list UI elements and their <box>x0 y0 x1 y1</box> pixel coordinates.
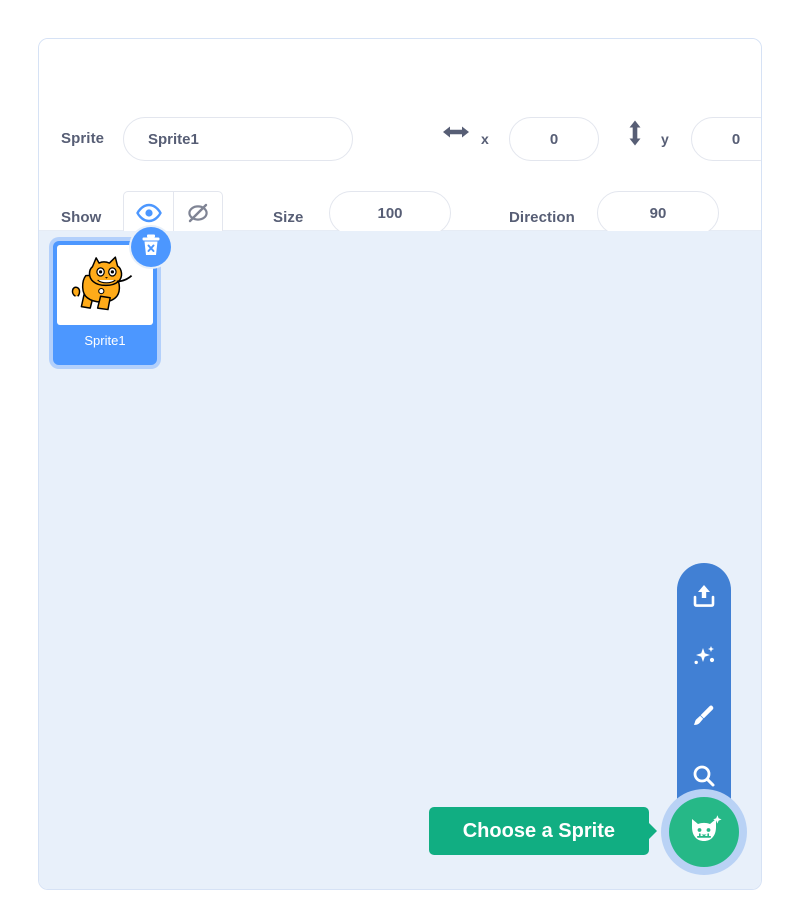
search-icon <box>691 763 717 794</box>
delete-sprite-button[interactable] <box>131 227 171 267</box>
direction-input[interactable]: 90 <box>597 191 719 235</box>
x-value: 0 <box>549 130 559 148</box>
size-value: 100 <box>377 204 403 222</box>
sprite-info-panel: Sprite Sprite1 x 0 y 0 Show Size 100 Dir… <box>39 39 761 240</box>
paintbrush-icon <box>691 703 717 734</box>
sprite-name-input[interactable]: Sprite1 <box>123 117 353 161</box>
choose-a-sprite-tooltip: Choose a Sprite <box>428 807 649 855</box>
x-label: x <box>481 131 489 147</box>
show-label: Show <box>61 209 102 226</box>
cat-add-icon <box>684 812 724 853</box>
upload-sprite-button[interactable] <box>687 581 721 615</box>
direction-value: 90 <box>649 204 667 222</box>
y-input[interactable]: 0 <box>691 117 761 161</box>
y-label: y <box>661 131 669 147</box>
sprite-name-value: Sprite1 <box>148 130 199 148</box>
sprite-list-item-label: Sprite1 <box>84 333 126 348</box>
search-sprite-button[interactable] <box>687 761 721 795</box>
size-input[interactable]: 100 <box>329 191 451 235</box>
sprite-panel: Sprite Sprite1 x 0 y 0 Show Size 100 Dir… <box>38 38 762 890</box>
vertical-arrows-icon <box>625 119 645 152</box>
horizontal-arrows-icon <box>441 121 471 148</box>
eye-icon <box>135 203 162 228</box>
direction-label: Direction <box>509 209 575 226</box>
surprise-sprite-button[interactable] <box>687 641 721 675</box>
paint-sprite-button[interactable] <box>687 701 721 735</box>
eye-slash-icon <box>185 202 211 229</box>
sprite-list-item[interactable]: Sprite1 <box>53 227 171 365</box>
sparkles-icon <box>691 643 717 674</box>
trash-delete-icon <box>140 233 162 262</box>
x-input[interactable]: 0 <box>509 117 599 161</box>
y-value: 0 <box>731 130 741 148</box>
choose-a-sprite-button[interactable] <box>669 797 739 867</box>
sprite-name-label: Sprite <box>61 130 105 147</box>
sprite-list[interactable]: Sprite1 Choose a Sprite <box>39 227 761 889</box>
upload-icon <box>691 583 717 614</box>
scratch-cat-icon <box>68 252 142 319</box>
choose-a-sprite-label: Choose a Sprite <box>462 819 615 842</box>
size-label: Size <box>273 209 304 226</box>
